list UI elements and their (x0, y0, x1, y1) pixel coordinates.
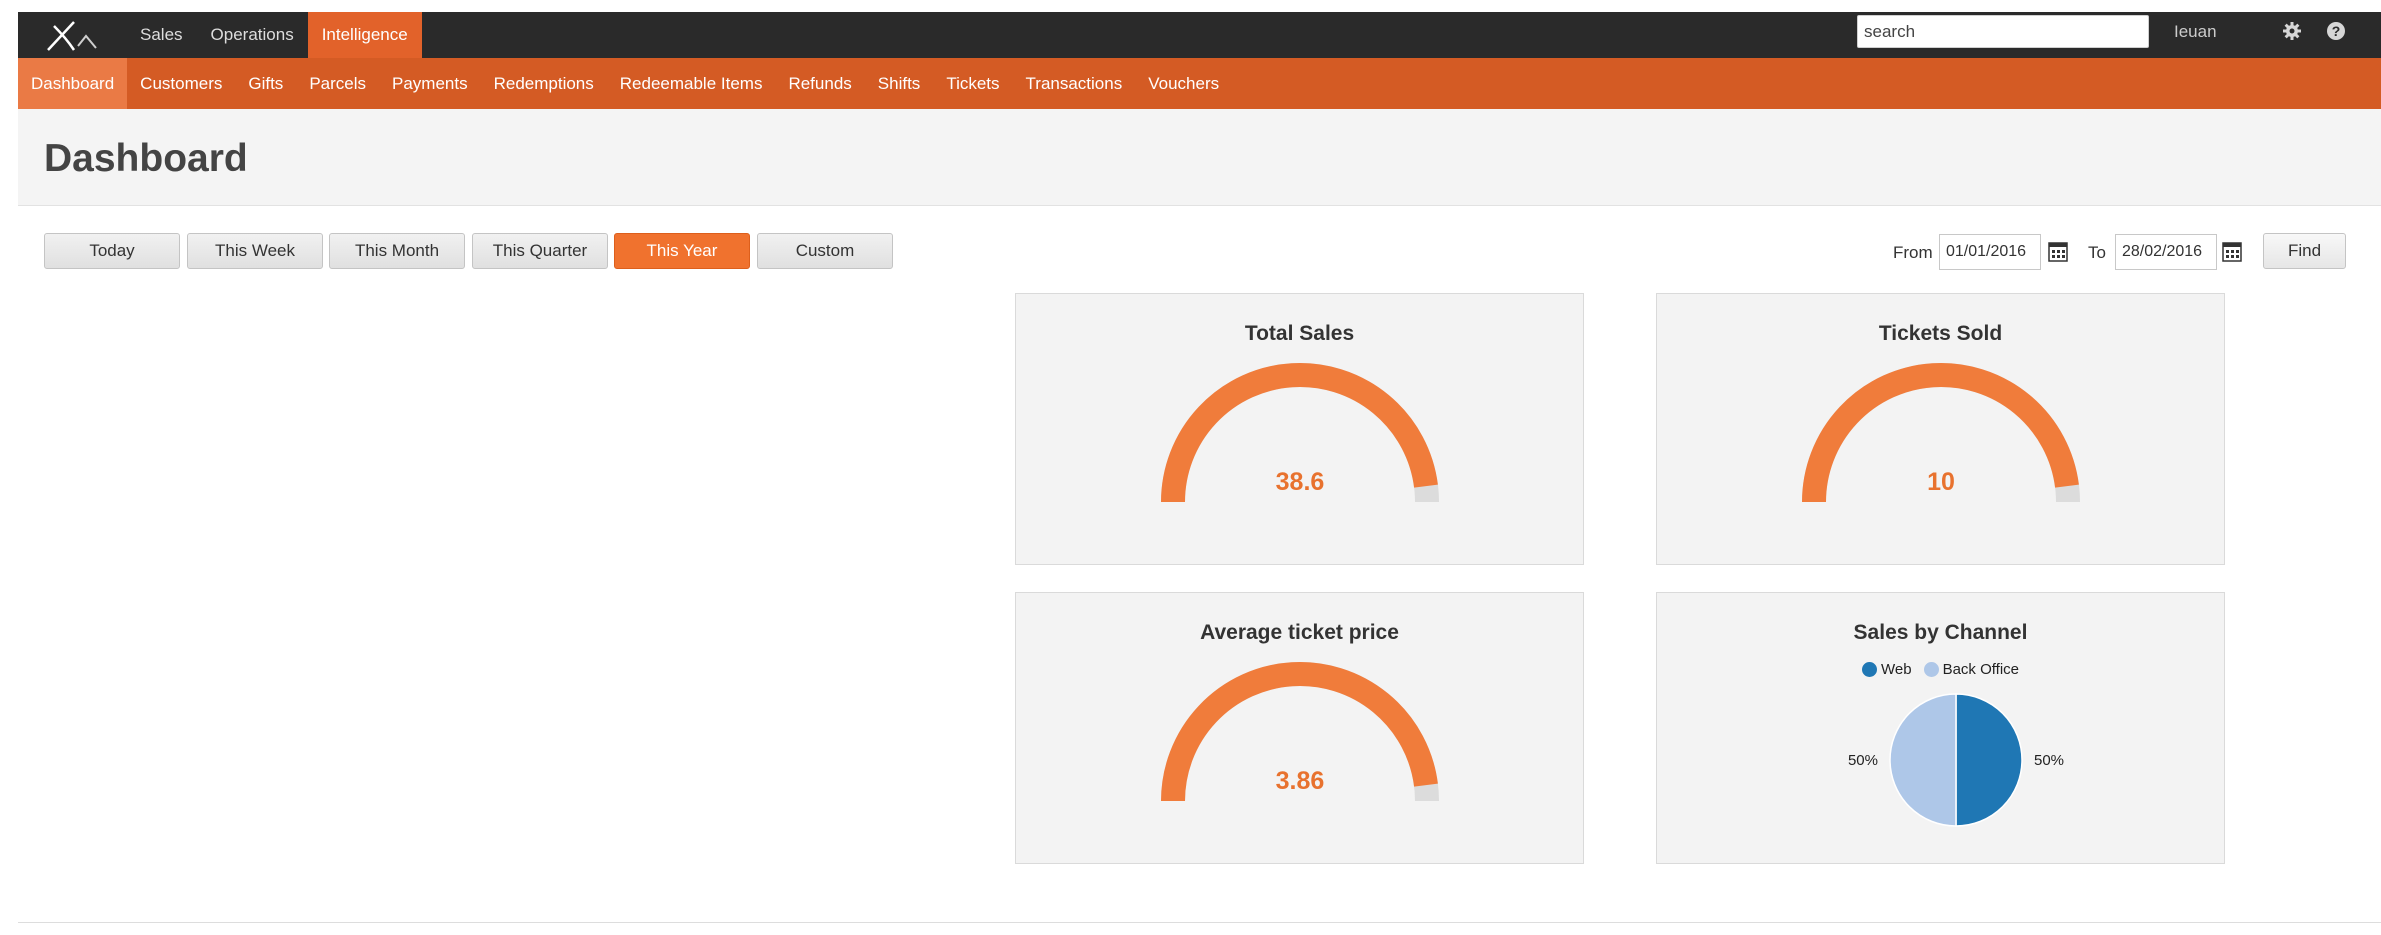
page-title: Dashboard (44, 137, 248, 180)
legend-dot-web (1862, 662, 1877, 677)
menu-sales[interactable]: Sales (126, 12, 197, 58)
subnav-dashboard[interactable]: Dashboard (18, 58, 128, 109)
total-sales-panel: Total Sales 38.6 (1015, 293, 1584, 565)
panel-title: Sales by Channel (1853, 621, 2028, 644)
brand-logo[interactable] (40, 16, 106, 54)
user-menu[interactable]: Ieuan (2174, 22, 2217, 42)
subnav-customers[interactable]: Customers (127, 58, 235, 109)
legend-entry-web[interactable]: Web (1862, 661, 1912, 678)
total-sales-gauge: 38.6 (1161, 363, 1439, 503)
range-custom-button[interactable]: Custom (757, 233, 893, 269)
chart-legend: Web Back Office (1657, 661, 2224, 678)
subnav-transactions[interactable]: Transactions (1013, 58, 1136, 109)
gauge-value: 10 (1927, 468, 1955, 496)
help-icon[interactable]: ? (2325, 20, 2347, 42)
subnav-redemptions[interactable]: Redemptions (481, 58, 607, 109)
main-menu: Sales Operations Intelligence (126, 12, 422, 58)
gauge-value: 38.6 (1276, 468, 1325, 496)
panel-title: Total Sales (1244, 322, 1355, 345)
average-ticket-price-gauge: 3.86 (1161, 662, 1439, 802)
page-header: Dashboard (18, 109, 2381, 206)
calendar-icon[interactable] (2222, 240, 2242, 262)
from-label: From (1893, 243, 1933, 262)
from-date-field[interactable] (1939, 234, 2041, 270)
to-label: To (2088, 243, 2106, 262)
average-ticket-price-panel: Average ticket price 3.86 (1015, 592, 1584, 864)
tickets-sold-panel: Tickets Sold 10 (1656, 293, 2225, 565)
find-button[interactable]: Find (2263, 233, 2346, 269)
subnav-parcels[interactable]: Parcels (296, 58, 379, 109)
panel-title: Tickets Sold (1878, 322, 2003, 345)
subnav-shifts[interactable]: Shifts (865, 58, 934, 109)
legend-entry-back-office[interactable]: Back Office (1923, 661, 2019, 678)
menu-operations[interactable]: Operations (197, 12, 308, 58)
svg-text:?: ? (2332, 23, 2341, 39)
range-this-quarter-button[interactable]: This Quarter (472, 233, 608, 269)
subnav-payments[interactable]: Payments (379, 58, 481, 109)
pie-slice-back-office[interactable] (1889, 693, 1957, 827)
gauge-value: 3.86 (1276, 767, 1325, 795)
pie-slice-label: 50% (1848, 752, 1878, 769)
legend-dot-back-office (1923, 662, 1939, 677)
subnav-tickets[interactable]: Tickets (933, 58, 1012, 109)
pie-slice-label: 50% (2034, 752, 2064, 769)
legend-label: Back Office (1942, 661, 2019, 678)
range-today-button[interactable]: Today (44, 233, 180, 269)
calendar-icon[interactable] (2048, 240, 2068, 262)
tickets-sold-gauge: 10 (1802, 363, 2080, 503)
subnav-redeemable-items[interactable]: Redeemable Items (607, 58, 776, 109)
sales-by-channel-pie: 50% 50% (1848, 693, 2064, 827)
panel-title: Average ticket price (1200, 621, 1399, 644)
sub-navbar: Dashboard Customers Gifts Parcels Paymen… (18, 58, 2381, 109)
top-navbar: Sales Operations Intelligence Ieuan ? (18, 12, 2381, 58)
gear-icon[interactable] (2281, 20, 2303, 42)
range-this-month-button[interactable]: This Month (329, 233, 465, 269)
pie-slice-web[interactable] (1955, 693, 2023, 827)
legend-label: Web (1881, 661, 1912, 678)
to-date-field[interactable] (2115, 234, 2217, 270)
range-this-year-button[interactable]: This Year (614, 233, 750, 269)
sales-by-channel-panel: Sales by Channel Web Back Office 50% 50% (1656, 592, 2225, 864)
search-input[interactable] (1857, 15, 2149, 48)
range-this-week-button[interactable]: This Week (187, 233, 323, 269)
subnav-refunds[interactable]: Refunds (775, 58, 864, 109)
subnav-gifts[interactable]: Gifts (235, 58, 296, 109)
subnav-vouchers[interactable]: Vouchers (1135, 58, 1232, 109)
menu-intelligence[interactable]: Intelligence (307, 12, 422, 58)
